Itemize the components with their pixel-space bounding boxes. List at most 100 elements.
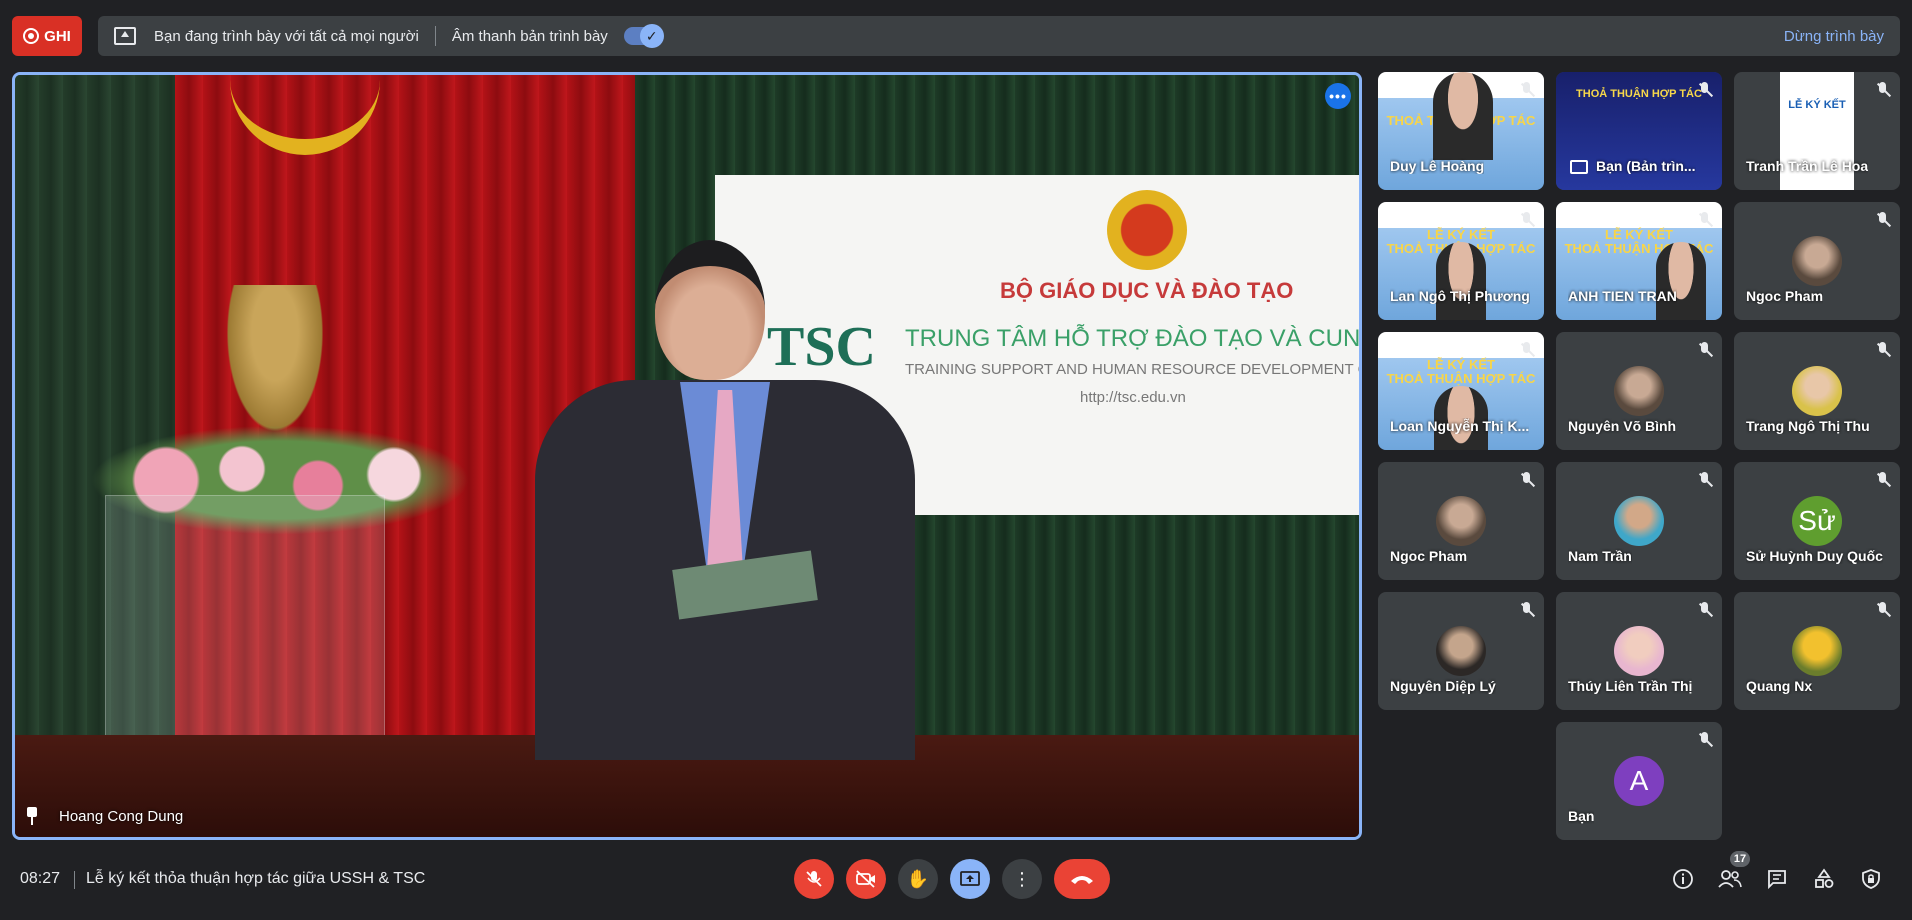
people-button[interactable]	[1717, 866, 1743, 892]
main-video-tile[interactable]: BỘ GIÁO DỤC VÀ ĐÀO TẠO TSC TRUNG TÂM HỖ …	[12, 72, 1362, 840]
participant-tile[interactable]: THOẢ THUẬN HỢP TÁC Duy Lê Hoàng	[1378, 72, 1544, 190]
participant-tile[interactable]: Sử Sử Huỳnh Duy Quốc	[1734, 462, 1900, 580]
participant-tile[interactable]: Trang Ngô Thị Thu	[1734, 332, 1900, 450]
shapes-icon	[1815, 868, 1834, 888]
slide-line-1: LỄ KÝ KẾT	[1605, 227, 1673, 242]
participant-name: Tranh Trần Lê Hoa	[1746, 158, 1869, 174]
banner-center-text: TRUNG TÂM HỖ TRỢ ĐÀO TẠO VÀ CUNG ỨNG NHÂ…	[905, 325, 1361, 352]
record-indicator[interactable]: GHI	[12, 16, 82, 56]
participant-name: Bạn (Bản trìn...	[1596, 158, 1696, 174]
tile-slide-text: LỄ KÝ KẾT	[1788, 99, 1846, 111]
bust-statue	[220, 285, 330, 445]
participant-name: Nam Trần	[1568, 548, 1632, 564]
mic-off-icon	[1520, 342, 1534, 358]
slide-line-2: THOẢ THUẬN HỢP TÁC	[1386, 371, 1536, 386]
banner-ministry-text: BỘ GIÁO DỤC VÀ ĐÀO TẠO	[1000, 278, 1294, 303]
leave-call-button[interactable]	[1054, 859, 1110, 899]
shield-lock-icon	[1862, 869, 1880, 889]
more-options-icon[interactable]: •••	[1325, 83, 1351, 109]
participant-tile[interactable]: Thúy Liên Trần Thị	[1556, 592, 1722, 710]
host-controls-button[interactable]	[1858, 866, 1884, 892]
participant-tile[interactable]: Quang Nx	[1734, 592, 1900, 710]
speaker-figure	[535, 230, 915, 760]
participant-tile[interactable]: Ngoc Pham	[1734, 202, 1900, 320]
participant-name: Ngoc Pham	[1746, 288, 1824, 304]
slide-line-1: LỄ KÝ KẾT	[1427, 227, 1495, 242]
mic-off-icon	[1876, 82, 1890, 98]
participant-tile[interactable]: Nam Trần	[1556, 462, 1722, 580]
avatar	[1614, 366, 1664, 416]
record-icon	[23, 28, 40, 44]
record-label: GHI	[44, 27, 71, 45]
participant-tile[interactable]: Nguyên Võ Bình	[1556, 332, 1722, 450]
participant-name: Nguyên Võ Bình	[1568, 418, 1677, 434]
pin-icon[interactable]	[25, 807, 39, 825]
slide-line-1: LỄ KÝ KẾT	[1427, 357, 1495, 372]
participant-tile[interactable]: LỄ KÝ KẾT THOẢ THUẬN HỢP TÁC ANH TIEN TR…	[1556, 202, 1722, 320]
raise-hand-button[interactable]: ✋	[898, 859, 938, 899]
mic-off-icon	[1698, 732, 1712, 748]
avatar: Sử	[1792, 496, 1842, 546]
participant-count-badge: 17	[1730, 851, 1750, 867]
activities-button[interactable]	[1811, 866, 1837, 892]
participant-tile[interactable]: LỄ KÝ KẾT THOẢ THUẬN HỢP TÁC Loan Nguyễn…	[1378, 332, 1544, 450]
national-emblem-icon	[1107, 190, 1187, 270]
mic-off-icon	[1698, 602, 1712, 618]
participant-name: Quang Nx	[1746, 678, 1813, 694]
participant-video	[1656, 242, 1706, 320]
chat-icon	[1768, 870, 1786, 890]
participant-name: Loan Nguyễn Thị K...	[1390, 418, 1530, 434]
meeting-time: 08:27	[20, 870, 61, 887]
mic-off-icon	[1876, 472, 1890, 488]
divider	[434, 26, 436, 46]
participant-video	[1433, 72, 1493, 160]
camera-toggle-button[interactable]	[846, 859, 886, 899]
avatar	[1614, 626, 1664, 676]
presentation-audio-toggle[interactable]: ✓	[623, 24, 664, 48]
mic-off-icon	[1520, 212, 1534, 228]
chat-button[interactable]	[1764, 866, 1790, 892]
participant-tile[interactable]: Ngoc Pham	[1378, 462, 1544, 580]
mic-off-icon	[1876, 342, 1890, 358]
video-scene: BỘ GIÁO DỤC VÀ ĐÀO TẠO TSC TRUNG TÂM HỖ …	[15, 75, 1359, 837]
info-icon	[1673, 869, 1693, 889]
camera-off-icon	[856, 870, 875, 888]
mic-off-icon	[1520, 472, 1534, 488]
avatar	[1436, 496, 1486, 546]
participant-tile[interactable]: LỄ KÝ KẾT Tranh Trần Lê Hoa	[1734, 72, 1900, 190]
hand-icon: ✋	[906, 868, 930, 889]
meeting-title: Lễ ký kết thỏa thuận hợp tác giữa USSH &…	[86, 870, 426, 887]
avatar	[1792, 626, 1842, 676]
presentation-audio-label: Âm thanh bản trình bày	[451, 27, 608, 45]
people-icon	[1718, 870, 1742, 888]
participant-name: Lan Ngô Thị Phương	[1390, 288, 1530, 304]
stop-presenting-button[interactable]: Dừng trình bày	[1784, 28, 1884, 45]
present-screen-icon	[114, 27, 136, 45]
participant-name: Ngoc Pham	[1390, 548, 1468, 564]
mic-off-icon	[806, 871, 822, 887]
meeting-details-button[interactable]	[1670, 866, 1696, 892]
divider	[74, 871, 75, 889]
participant-video	[1436, 242, 1486, 320]
main-participant-name: Hoang Cong Dung	[59, 808, 184, 825]
banner-english-text: TRAINING SUPPORT AND HUMAN RESOURCE DEVE…	[905, 361, 1362, 378]
more-vert-icon: ⋮	[1013, 868, 1031, 889]
mic-off-icon	[1698, 212, 1712, 228]
speaker-head	[655, 240, 765, 380]
check-icon: ✓	[639, 24, 664, 48]
participant-tile-self-presentation[interactable]: THOẢ THUẬN HỢP TÁC Bạn (Bản trìn...	[1556, 72, 1722, 190]
present-screen-icon	[960, 871, 980, 886]
mic-off-icon	[1520, 602, 1534, 618]
mic-toggle-button[interactable]	[794, 859, 834, 899]
participant-name: Thúy Liên Trần Thị	[1568, 678, 1693, 694]
more-options-button[interactable]: ⋮	[1002, 859, 1042, 899]
participant-tile-self[interactable]: A Bạn	[1556, 722, 1722, 840]
present-button[interactable]	[950, 859, 990, 899]
participant-name: Bạn	[1568, 808, 1595, 824]
present-screen-icon	[1570, 160, 1588, 174]
participant-tile[interactable]: LỄ KÝ KẾT THOẢ THUẬN HỢP TÁC Lan Ngô Thị…	[1378, 202, 1544, 320]
participant-tile[interactable]: Nguyên Diệp Lý	[1378, 592, 1544, 710]
mic-off-icon	[1698, 472, 1712, 488]
participant-name: Nguyên Diệp Lý	[1390, 678, 1496, 694]
avatar: A	[1614, 756, 1664, 806]
